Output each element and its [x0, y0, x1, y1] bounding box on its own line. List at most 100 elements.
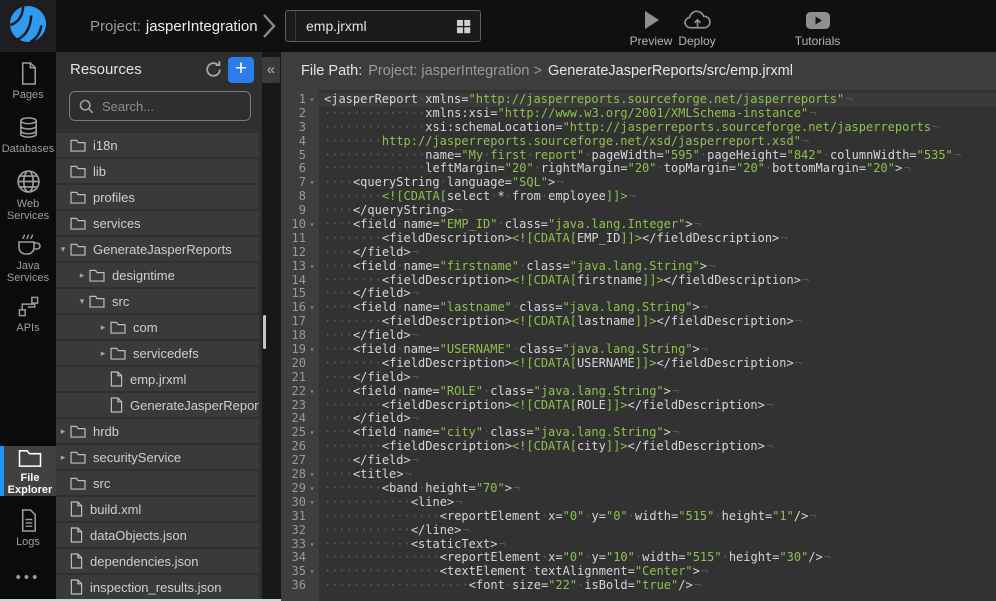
code-line-26[interactable]: 26········<fieldDescription><![CDATA[cit…	[281, 440, 996, 454]
grid-view-icon[interactable]	[456, 19, 471, 34]
code-line-22[interactable]: 22▾····<field·name="ROLE"·class="java.la…	[281, 385, 996, 399]
fold-toggle-icon[interactable]: ▾	[306, 385, 318, 399]
tree-item-inspection-results.json[interactable]: inspection_results.json	[56, 575, 259, 599]
code-line-18[interactable]: 18····</field>¬	[281, 329, 996, 343]
code-line-35[interactable]: 35▾················<textElement·textAlig…	[281, 565, 996, 579]
nav-java-services[interactable]: Java Services	[0, 226, 56, 288]
chevron-down-icon[interactable]: ▾	[56, 244, 70, 255]
search-input[interactable]	[94, 99, 278, 114]
code-editor[interactable]: 1▾<jasperReport·xmlns="http://jasperrepo…	[281, 90, 996, 601]
tree-item-hrdb[interactable]: ▸hrdb	[56, 419, 259, 443]
tree-item-profiles[interactable]: profiles	[56, 185, 259, 209]
tree-scrollbar[interactable]	[263, 315, 266, 349]
code-line-7[interactable]: 7▾····<queryString·language="SQL">¬	[281, 176, 996, 190]
code-line-25[interactable]: 25▾····<field·name="city"·class="java.la…	[281, 426, 996, 440]
refresh-button[interactable]	[204, 60, 224, 80]
code-line-34[interactable]: 34················<reportElement·x="0"·y…	[281, 551, 996, 565]
tree-item-dataobjects.json[interactable]: dataObjects.json	[56, 523, 259, 547]
code-line-1[interactable]: 1▾<jasperReport·xmlns="http://jasperrepo…	[281, 93, 996, 107]
fold-toggle-icon[interactable]: ▾	[306, 426, 318, 440]
add-resource-button[interactable]: +	[228, 57, 254, 83]
code-line-15[interactable]: 15····</field>¬	[281, 287, 996, 301]
tree-folder-icon	[89, 269, 105, 282]
tree-item-i18n[interactable]: i18n	[56, 133, 259, 157]
tree-item-lib[interactable]: lib	[56, 159, 259, 183]
chevron-down-icon[interactable]: ▾	[75, 296, 89, 307]
nav-pages[interactable]: Pages	[0, 56, 56, 106]
code-line-12[interactable]: 12····</field>¬	[281, 246, 996, 260]
fold-toggle-icon[interactable]: ▾	[306, 93, 318, 107]
fold-toggle-icon[interactable]: ▾	[306, 301, 318, 315]
code-line-32[interactable]: 32············</line>¬	[281, 524, 996, 538]
fold-toggle-icon[interactable]: ▾	[306, 260, 318, 274]
tree-item-com[interactable]: ▸com	[56, 315, 259, 339]
line-number: 24	[281, 412, 319, 426]
tree-item-build.xml[interactable]: build.xml	[56, 497, 259, 521]
code-line-33[interactable]: 33▾············<staticText>¬	[281, 538, 996, 552]
line-number: 36	[281, 579, 319, 593]
code-line-9[interactable]: 9····</queryString>¬	[281, 204, 996, 218]
code-line-21[interactable]: 21····</field>¬	[281, 371, 996, 385]
chevron-right-icon[interactable]: ▸	[56, 452, 70, 463]
fold-toggle-icon[interactable]: ▾	[306, 482, 318, 496]
deploy-button[interactable]: Deploy	[671, 8, 723, 48]
open-file-selector[interactable]: emp.jrxml	[285, 10, 481, 42]
code-line-11[interactable]: 11········<fieldDescription><![CDATA[EMP…	[281, 232, 996, 246]
tree-item-designtime[interactable]: ▸designtime	[56, 263, 259, 287]
code-line-31[interactable]: 31················<reportElement·x="0"·y…	[281, 510, 996, 524]
code-line-6[interactable]: 6··············leftMargin="20"·rightMarg…	[281, 162, 996, 176]
tree-item-src[interactable]: src	[56, 471, 259, 495]
code-line-13[interactable]: 13▾····<field·name="firstname"·class="ja…	[281, 260, 996, 274]
code-line-2[interactable]: 2··············xmlns:xsi="http://www.w3.…	[281, 107, 996, 121]
code-line-19[interactable]: 19▾····<field·name="USERNAME"·class="jav…	[281, 343, 996, 357]
chevron-right-icon[interactable]: ▸	[56, 426, 70, 437]
code-line-28[interactable]: 28▾····<title>¬	[281, 468, 996, 482]
tree-item-dependencies.json[interactable]: dependencies.json	[56, 549, 259, 573]
tree-item-emp.jrxml[interactable]: emp.jrxml	[56, 367, 259, 391]
code-line-17[interactable]: 17········<fieldDescription><![CDATA[las…	[281, 315, 996, 329]
tree-item-services[interactable]: services	[56, 211, 259, 235]
preview-button[interactable]: Preview	[625, 8, 677, 48]
resource-search[interactable]	[69, 91, 251, 121]
tree-item-src[interactable]: ▾src	[56, 289, 259, 313]
code-line-4[interactable]: 4········http://jasperreports.sourceforg…	[281, 135, 996, 149]
code-line-16[interactable]: 16▾····<field·name="lastname"·class="jav…	[281, 301, 996, 315]
fold-toggle-icon[interactable]: ▾	[306, 565, 318, 579]
code-line-10[interactable]: 10▾····<field·name="EMP_ID"·class="java.…	[281, 218, 996, 232]
fold-toggle-icon[interactable]: ▾	[306, 176, 318, 190]
tree-item-securityservice[interactable]: ▸securityService	[56, 445, 259, 469]
nav-apis[interactable]: APIs	[0, 288, 56, 340]
tree-item-generatejasperreports.s[interactable]: GenerateJasperReports.s	[56, 393, 259, 417]
code-line-24[interactable]: 24····</field>¬	[281, 412, 996, 426]
code-line-5[interactable]: 5··············name="My·first·report"·pa…	[281, 149, 996, 163]
nav-databases[interactable]: Databases	[0, 110, 56, 160]
tutorials-button[interactable]: Tutorials	[780, 8, 855, 48]
fold-toggle-icon[interactable]: ▾	[306, 468, 318, 482]
chevron-right-icon[interactable]: ▸	[96, 348, 110, 359]
code-line-27[interactable]: 27····</field>¬	[281, 454, 996, 468]
code-line-23[interactable]: 23········<fieldDescription><![CDATA[ROL…	[281, 399, 996, 413]
code-line-30[interactable]: 30▾············<line>¬	[281, 496, 996, 510]
fold-spacer	[306, 246, 318, 260]
wavemaker-logo[interactable]	[0, 0, 56, 52]
code-line-29[interactable]: 29▾········<band·height="70">¬	[281, 482, 996, 496]
fold-toggle-icon[interactable]: ▾	[306, 538, 318, 552]
nav-more-options[interactable]: •••	[0, 558, 56, 596]
code-line-20[interactable]: 20········<fieldDescription><![CDATA[USE…	[281, 357, 996, 371]
nav-logs[interactable]: Logs	[0, 502, 56, 554]
code-line-36[interactable]: 36····················<font·size="22"·is…	[281, 579, 996, 593]
code-line-3[interactable]: 3··············xsi:schemaLocation="http:…	[281, 121, 996, 135]
collapse-panel-button[interactable]: «	[262, 57, 280, 83]
nav-web-services[interactable]: Web Services	[0, 164, 56, 226]
chevron-right-icon[interactable]: ▸	[75, 270, 89, 281]
tree-item-generatejasperreports[interactable]: ▾GenerateJasperReports	[56, 237, 259, 261]
chevron-right-icon[interactable]: ▸	[96, 322, 110, 333]
tree-folder-icon	[70, 243, 86, 256]
nav-file-explorer[interactable]: File Explorer	[0, 446, 56, 496]
fold-toggle-icon[interactable]: ▾	[306, 218, 318, 232]
code-line-14[interactable]: 14········<fieldDescription><![CDATA[fir…	[281, 274, 996, 288]
fold-toggle-icon[interactable]: ▾	[306, 343, 318, 357]
fold-toggle-icon[interactable]: ▾	[306, 496, 318, 510]
tree-item-servicedefs[interactable]: ▸servicedefs	[56, 341, 259, 365]
code-line-8[interactable]: 8········<![CDATA[select·*·from·employee…	[281, 190, 996, 204]
